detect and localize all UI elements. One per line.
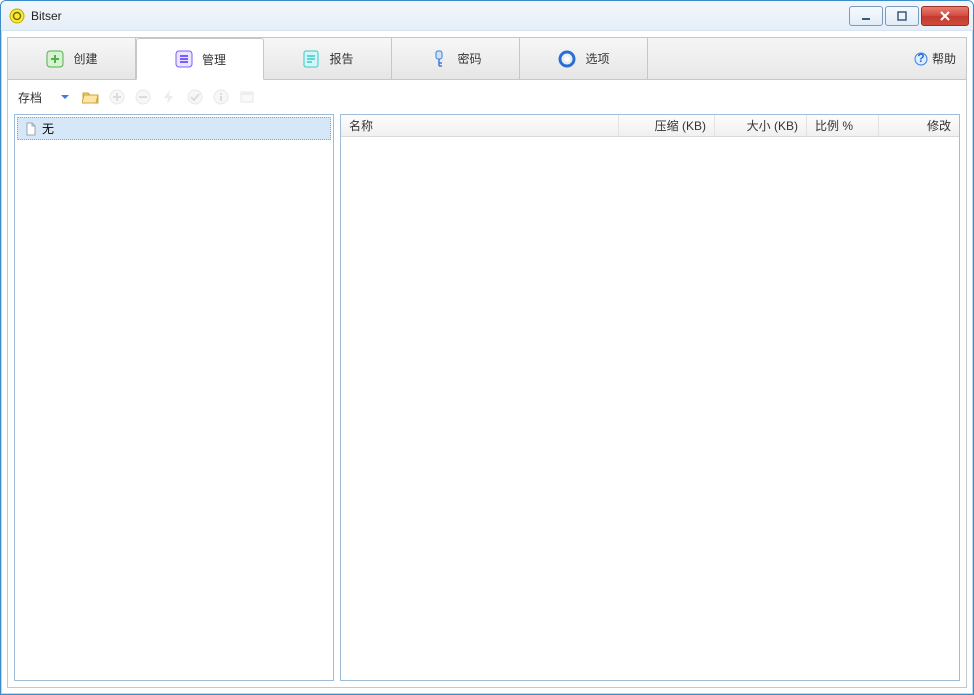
- svg-text:?: ?: [917, 52, 924, 65]
- help-link[interactable]: ? 帮助: [910, 48, 960, 69]
- plus-circle-icon: [108, 88, 126, 106]
- bolt-icon: [160, 88, 178, 106]
- file-icon: [24, 122, 38, 136]
- tab-options[interactable]: 选项: [520, 38, 648, 79]
- app-window: Bitser 创建: [0, 0, 974, 695]
- info-circle-icon: [212, 88, 230, 106]
- list-pane[interactable]: 名称 压缩 (KB) 大小 (KB) 比例 % 修改: [340, 114, 960, 681]
- toolbar: 存档: [8, 80, 966, 114]
- tree-pane[interactable]: 无: [14, 114, 334, 681]
- report-icon: [301, 49, 321, 69]
- titlebar[interactable]: Bitser: [1, 1, 973, 31]
- tab-report[interactable]: 报告: [264, 38, 392, 79]
- key-icon: [429, 49, 449, 69]
- tab-label: 管理: [202, 51, 226, 68]
- tab-create[interactable]: 创建: [8, 38, 136, 79]
- column-size[interactable]: 大小 (KB): [715, 115, 807, 136]
- close-button[interactable]: [921, 6, 969, 26]
- tab-label: 报告: [329, 50, 353, 67]
- tab-label: 创建: [73, 50, 97, 67]
- archive-label: 存档: [18, 89, 42, 106]
- tab-label: 选项: [585, 50, 609, 67]
- window-icon: [238, 88, 256, 106]
- tabbar: 创建 管理 报告 密码: [8, 38, 966, 80]
- check-circle-icon: [186, 88, 204, 106]
- minus-circle-icon: [134, 88, 152, 106]
- client-area: 创建 管理 报告 密码: [1, 31, 973, 694]
- tab-manage[interactable]: 管理: [136, 38, 264, 80]
- column-header-row: 名称 压缩 (KB) 大小 (KB) 比例 % 修改: [341, 115, 959, 137]
- column-name[interactable]: 名称: [341, 115, 619, 136]
- plus-box-icon: [45, 49, 65, 69]
- content-split: 无 名称 压缩 (KB) 大小 (KB) 比例 % 修改: [8, 114, 966, 687]
- column-ratio[interactable]: 比例 %: [807, 115, 879, 136]
- tab-spacer: [648, 38, 910, 79]
- help-icon: ?: [914, 52, 928, 66]
- column-compressed[interactable]: 压缩 (KB): [619, 115, 715, 136]
- minimize-button[interactable]: [849, 6, 883, 26]
- app-icon: [9, 8, 25, 24]
- maximize-button[interactable]: [885, 6, 919, 26]
- tab-label: 密码: [457, 50, 481, 67]
- tree-root-item[interactable]: 无: [17, 117, 331, 140]
- list-box-icon: [174, 49, 194, 69]
- ring-icon: [557, 49, 577, 69]
- chevron-down-icon[interactable]: [56, 88, 74, 106]
- window-title: Bitser: [31, 9, 849, 23]
- window-controls: [849, 6, 969, 26]
- help-label: 帮助: [932, 50, 956, 67]
- tree-root-label: 无: [42, 120, 54, 137]
- tab-password[interactable]: 密码: [392, 38, 520, 79]
- folder-open-icon[interactable]: [82, 88, 100, 106]
- column-modified[interactable]: 修改: [879, 115, 959, 136]
- main-panel: 创建 管理 报告 密码: [7, 37, 967, 688]
